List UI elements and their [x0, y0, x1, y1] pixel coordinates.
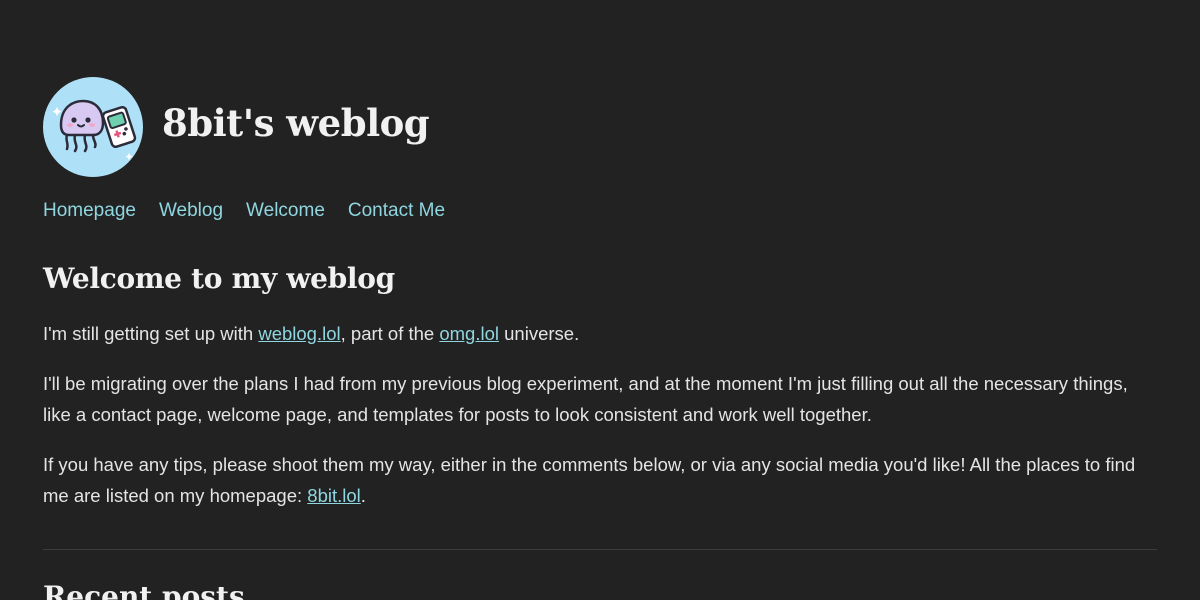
site-header: 8bit's weblog: [43, 77, 430, 177]
p3-text-before: If you have any tips, please shoot them …: [43, 454, 1136, 506]
weblog-lol-link[interactable]: weblog.lol: [258, 323, 340, 344]
p1-text-after: universe.: [499, 323, 580, 344]
post-paragraph-1: I'm still getting set up with weblog.lol…: [43, 318, 1157, 349]
site-title[interactable]: 8bit's weblog: [162, 101, 430, 145]
jellyfish-gameboy-icon: [52, 99, 137, 161]
p1-text-before: I'm still getting set up with: [43, 323, 259, 344]
8bit-lol-link[interactable]: 8bit.lol: [307, 485, 360, 506]
p3-text-after: .: [360, 485, 366, 506]
nav-link-welcome[interactable]: Welcome: [246, 199, 325, 223]
avatar[interactable]: [43, 77, 143, 177]
nav-link-weblog[interactable]: Weblog: [159, 199, 223, 223]
omg-lol-link[interactable]: omg.lol: [439, 323, 499, 344]
p1-text-middle: , part of the: [340, 323, 440, 344]
post-title: Welcome to my weblog: [43, 262, 395, 295]
post-paragraph-3: If you have any tips, please shoot them …: [43, 449, 1157, 511]
post-paragraph-2: I'll be migrating over the plans I had f…: [43, 373, 1128, 425]
nav-link-contact[interactable]: Contact Me: [348, 199, 445, 223]
main-nav: Homepage Weblog Welcome Contact Me: [43, 199, 468, 223]
nav-link-homepage[interactable]: Homepage: [43, 199, 136, 223]
recent-posts-heading: Recent posts: [43, 580, 245, 600]
section-divider: [43, 549, 1157, 550]
